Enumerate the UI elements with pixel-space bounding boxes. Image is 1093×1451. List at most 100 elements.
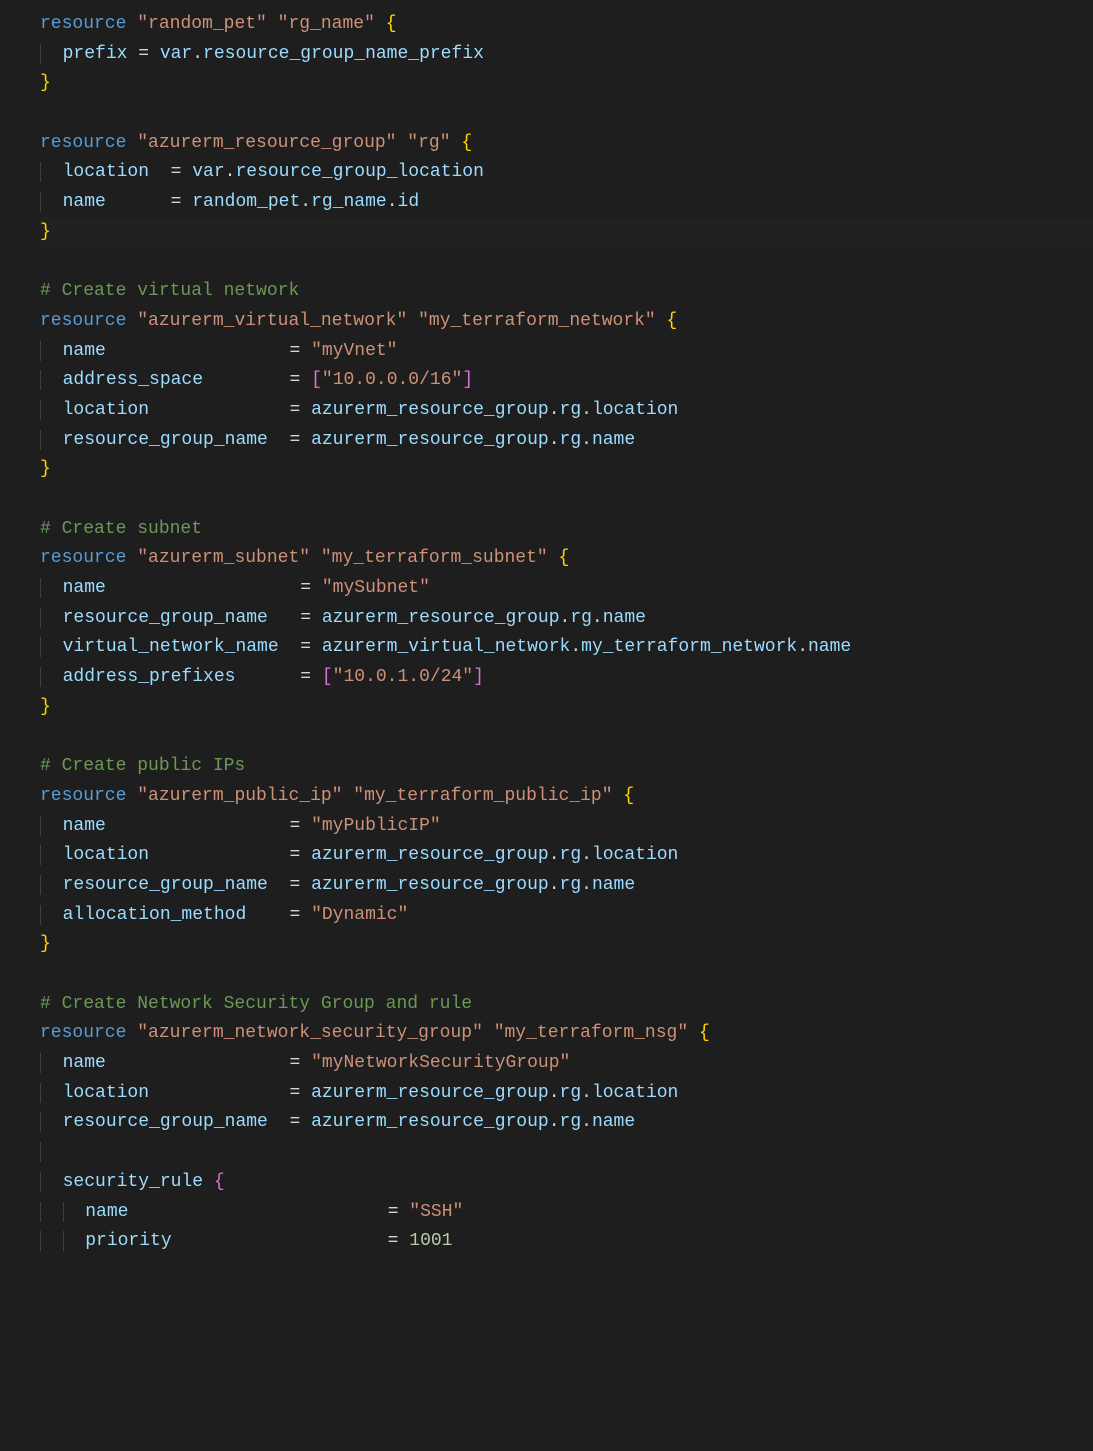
indent-guide xyxy=(40,1053,63,1073)
value-token: rg xyxy=(560,430,582,450)
equals-operator: = xyxy=(279,1083,311,1103)
equals-operator: = xyxy=(279,905,311,925)
code-line[interactable]: name = "mySubnet" xyxy=(40,574,1093,604)
property-name: name xyxy=(63,816,106,836)
indent-guide xyxy=(40,192,63,212)
code-line[interactable]: # Create public IPs xyxy=(40,752,1093,782)
resource-name-string: "my_terraform_public_ip" xyxy=(353,786,612,806)
code-line[interactable]: resource_group_name = azurerm_resource_g… xyxy=(40,871,1093,901)
code-line[interactable]: name = random_pet.rg_name.id xyxy=(40,188,1093,218)
code-line[interactable]: name = "SSH" xyxy=(40,1198,1093,1228)
value-token: location xyxy=(592,1083,678,1103)
value-token: . xyxy=(581,845,592,865)
code-line[interactable] xyxy=(40,960,1093,990)
equals-operator: = xyxy=(279,1112,311,1132)
property-name: location xyxy=(63,400,149,420)
code-line[interactable]: resource "azurerm_resource_group" "rg" { xyxy=(40,129,1093,159)
code-line[interactable]: } xyxy=(40,455,1093,485)
code-line[interactable]: } xyxy=(40,69,1093,99)
property-name: address_prefixes xyxy=(63,667,236,687)
code-line[interactable]: prefix = var.resource_group_name_prefix xyxy=(40,40,1093,70)
indent-guide xyxy=(40,816,63,836)
code-line[interactable] xyxy=(40,1138,1093,1168)
resource-type-string: "azurerm_virtual_network" xyxy=(137,311,407,331)
equals-operator: = xyxy=(279,430,311,450)
indent-guide xyxy=(40,637,63,657)
value-token: [ xyxy=(322,667,333,687)
indent-guide xyxy=(40,578,63,598)
code-line[interactable]: resource "azurerm_network_security_group… xyxy=(40,1019,1093,1049)
code-line[interactable] xyxy=(40,485,1093,515)
code-editor[interactable]: resource "random_pet" "rg_name" { prefix… xyxy=(0,0,1093,1267)
code-line[interactable]: name = "myVnet" xyxy=(40,337,1093,367)
code-line[interactable]: } xyxy=(40,218,1093,248)
value-token: . xyxy=(192,44,203,64)
code-line[interactable]: resource "azurerm_virtual_network" "my_t… xyxy=(40,307,1093,337)
code-line[interactable] xyxy=(40,248,1093,278)
resource-name-string: "my_terraform_nsg" xyxy=(494,1023,688,1043)
property-name: resource_group_name xyxy=(63,1112,268,1132)
value-token: . xyxy=(549,875,560,895)
property-name: resource_group_name xyxy=(63,608,268,628)
value-token: "SSH" xyxy=(409,1202,463,1222)
code-line[interactable]: priority = 1001 xyxy=(40,1227,1093,1257)
value-token: rg xyxy=(560,845,582,865)
code-line[interactable]: address_space = ["10.0.0.0/16"] xyxy=(40,366,1093,396)
value-token: . xyxy=(797,637,808,657)
value-token: rg xyxy=(570,608,592,628)
equals-operator: = xyxy=(289,608,321,628)
code-line[interactable]: resource_group_name = azurerm_resource_g… xyxy=(40,1108,1093,1138)
indent-guide xyxy=(40,1142,63,1162)
code-line[interactable]: resource_group_name = azurerm_resource_g… xyxy=(40,426,1093,456)
code-line[interactable]: # Create virtual network xyxy=(40,277,1093,307)
code-line[interactable]: resource_group_name = azurerm_resource_g… xyxy=(40,604,1093,634)
code-line[interactable]: } xyxy=(40,693,1093,723)
indent-guide xyxy=(40,341,63,361)
value-token: . xyxy=(549,430,560,450)
code-line[interactable]: # Create Network Security Group and rule xyxy=(40,990,1093,1020)
code-line[interactable]: name = "myPublicIP" xyxy=(40,812,1093,842)
value-token: rg xyxy=(560,875,582,895)
property-name: priority xyxy=(85,1231,171,1251)
close-brace: } xyxy=(40,222,51,242)
open-brace: { xyxy=(623,786,634,806)
indent-guide xyxy=(40,608,63,628)
code-line[interactable] xyxy=(40,723,1093,753)
indent-guide xyxy=(63,1202,86,1222)
indent-guide xyxy=(40,1083,63,1103)
code-line[interactable]: address_prefixes = ["10.0.1.0/24"] xyxy=(40,663,1093,693)
code-line[interactable]: location = var.resource_group_location xyxy=(40,158,1093,188)
keyword-resource: resource xyxy=(40,786,126,806)
value-token: . xyxy=(560,608,571,628)
value-token: var xyxy=(192,162,224,182)
code-line[interactable]: resource "azurerm_subnet" "my_terraform_… xyxy=(40,544,1093,574)
code-line[interactable]: allocation_method = "Dynamic" xyxy=(40,901,1093,931)
code-line[interactable]: virtual_network_name = azurerm_virtual_n… xyxy=(40,633,1093,663)
code-line[interactable]: } xyxy=(40,930,1093,960)
equals-operator: = xyxy=(279,341,311,361)
code-line[interactable]: location = azurerm_resource_group.rg.loc… xyxy=(40,841,1093,871)
property-name: location xyxy=(63,1083,149,1103)
code-line[interactable]: resource "azurerm_public_ip" "my_terrafo… xyxy=(40,782,1093,812)
value-token: . xyxy=(549,845,560,865)
open-brace: { xyxy=(667,311,678,331)
code-line[interactable] xyxy=(40,99,1093,129)
equals-operator: = xyxy=(289,578,321,598)
code-line[interactable]: # Create subnet xyxy=(40,515,1093,545)
code-line[interactable]: name = "myNetworkSecurityGroup" xyxy=(40,1049,1093,1079)
code-line[interactable]: security_rule { xyxy=(40,1168,1093,1198)
value-token: "10.0.1.0/24" xyxy=(333,667,473,687)
code-line[interactable]: location = azurerm_resource_group.rg.loc… xyxy=(40,1079,1093,1109)
value-token: rg_name xyxy=(311,192,387,212)
code-line[interactable]: resource "random_pet" "rg_name" { xyxy=(40,10,1093,40)
open-brace: { xyxy=(386,14,397,34)
value-token: . xyxy=(581,400,592,420)
indent-guide xyxy=(40,1231,63,1251)
indent-guide xyxy=(40,905,63,925)
code-line[interactable]: location = azurerm_resource_group.rg.loc… xyxy=(40,396,1093,426)
close-brace: } xyxy=(40,459,51,479)
value-token: . xyxy=(549,400,560,420)
value-token: azurerm_resource_group xyxy=(311,1112,549,1132)
value-token: ] xyxy=(462,370,473,390)
resource-name-string: "my_terraform_network" xyxy=(418,311,656,331)
